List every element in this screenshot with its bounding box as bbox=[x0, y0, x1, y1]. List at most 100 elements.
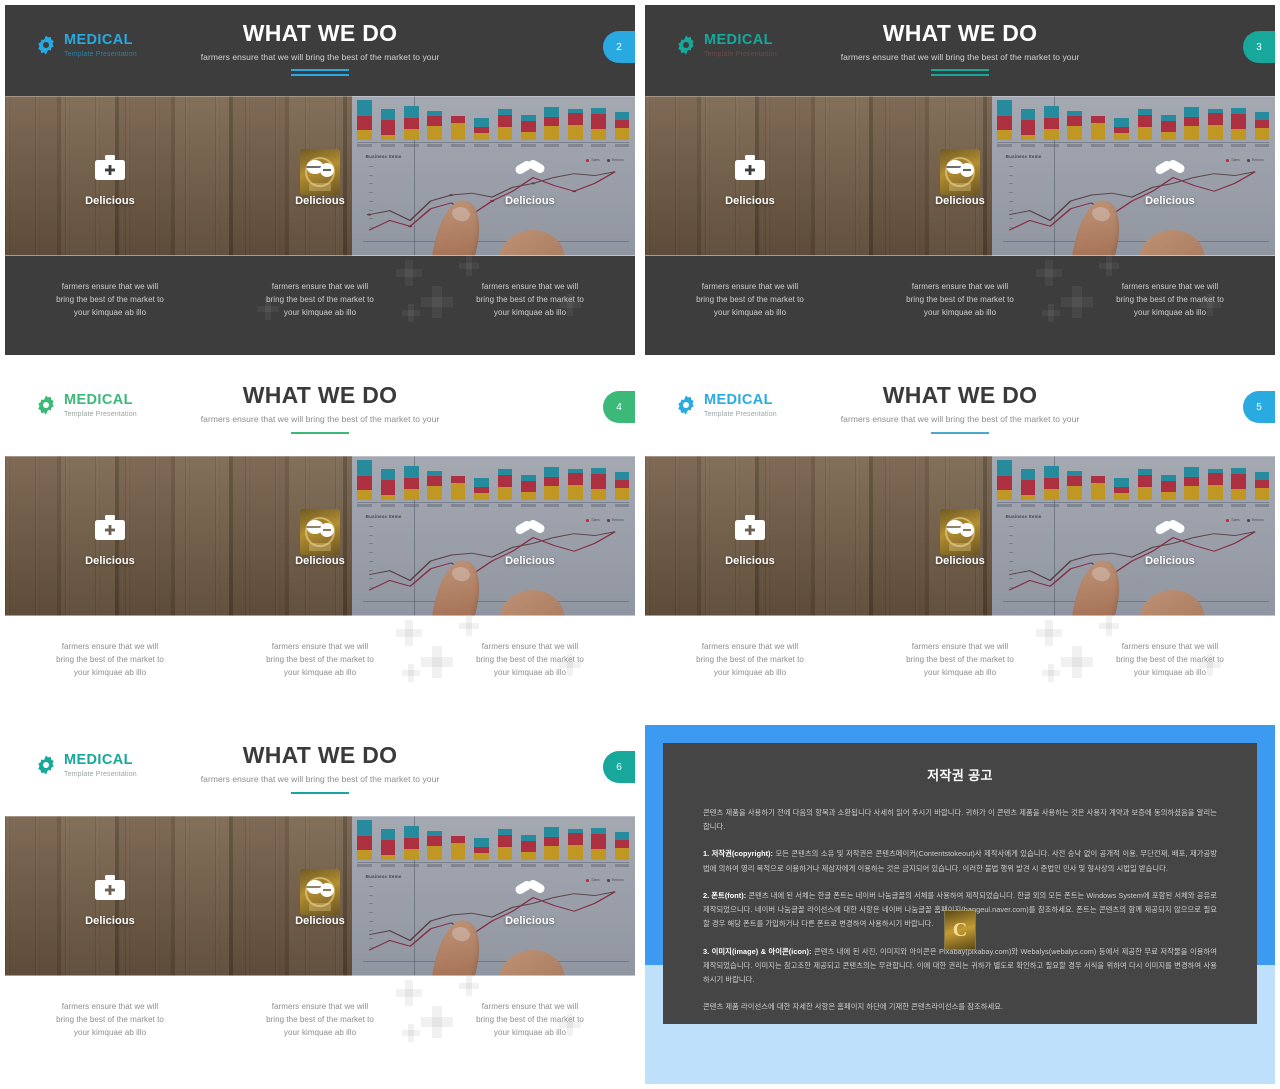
brand-title: MEDICAL bbox=[64, 392, 133, 408]
feature-item-2[interactable]: Delicious bbox=[215, 869, 425, 927]
footer-text-2-line1: farmers ensure that we will bbox=[271, 642, 369, 651]
feature-item-3[interactable]: Delicious bbox=[425, 152, 635, 207]
footer-text-3-line2: bring the best of the market to bbox=[476, 1015, 584, 1025]
brand-logo[interactable]: MEDICAL Template Presentation bbox=[35, 753, 137, 778]
feature-label-1: Delicious bbox=[85, 194, 135, 207]
footer-text-1-line1: farmers ensure that we will bbox=[61, 1002, 159, 1011]
feature-label-3: Delicious bbox=[1145, 554, 1195, 567]
brand-subtitle: Template Presentation bbox=[64, 50, 137, 58]
brand-subtitle: Template Presentation bbox=[704, 410, 777, 418]
gear-logo-icon bbox=[35, 754, 57, 776]
copyright-section-1-label: 1. 저작권(copyright): bbox=[703, 849, 774, 859]
footer-text-1-line3: your kimquae ab illo bbox=[713, 668, 787, 678]
feature-label-1: Delicious bbox=[85, 914, 135, 927]
brand-logo[interactable]: MEDICAL Template Presentation bbox=[675, 33, 777, 58]
slide-2[interactable]: MEDICAL Template Presentation WHAT WE DO… bbox=[5, 5, 635, 355]
footer-text-3-line1: farmers ensure that we will bbox=[481, 1002, 579, 1011]
title-rule-bottom bbox=[290, 73, 349, 76]
page-subtitle: farmers ensure that we will bring the be… bbox=[200, 413, 440, 424]
footer-text-2-line1: farmers ensure that we will bbox=[911, 282, 1009, 291]
slide-number-badge[interactable]: 5 bbox=[1243, 391, 1275, 423]
footer-text-1-line2: bring the best of the market to bbox=[56, 655, 164, 665]
footer-text-2-line2: bring the best of the market to bbox=[266, 655, 374, 665]
footer-text-2-line2: bring the best of the market to bbox=[906, 295, 1014, 305]
footer-text-1-line2: bring the best of the market to bbox=[56, 295, 164, 305]
slide-number: 3 bbox=[1256, 41, 1262, 53]
title-rule-top bbox=[290, 68, 349, 71]
footer-col-1: farmers ensure that we will bring the be… bbox=[645, 640, 855, 680]
footer-text-1-line3: your kimquae ab illo bbox=[73, 668, 147, 678]
feature-label-1: Delicious bbox=[85, 554, 135, 567]
feature-item-1[interactable]: Delicious bbox=[5, 152, 215, 207]
slide-5-heading-block: WHAT WE DO farmers ensure that we will b… bbox=[840, 383, 1080, 434]
feature-item-2[interactable]: Delicious bbox=[855, 509, 1065, 567]
brand-logo[interactable]: MEDICAL Template Presentation bbox=[675, 393, 777, 418]
slide-number-badge[interactable]: 3 bbox=[1243, 31, 1275, 63]
page-subtitle: farmers ensure that we will bring the be… bbox=[840, 413, 1080, 424]
title-rule-bottom bbox=[930, 73, 989, 76]
footer-text-2-line2: bring the best of the market to bbox=[266, 295, 374, 305]
feature-icon-row: Delicious Delicious Delicious bbox=[5, 456, 635, 616]
feature-item-3[interactable]: Delicious bbox=[425, 872, 635, 927]
page-title: WHAT WE DO bbox=[242, 20, 398, 47]
slide-number-badge[interactable]: 4 bbox=[603, 391, 635, 423]
slide-number: 6 bbox=[616, 761, 622, 773]
footer-col-2: farmers ensure that we will bring the be… bbox=[215, 640, 425, 680]
page-title: WHAT WE DO bbox=[242, 742, 398, 769]
slide-3-heading-block: WHAT WE DO farmers ensure that we will b… bbox=[841, 21, 1079, 76]
feature-item-1[interactable]: Delicious bbox=[645, 512, 855, 567]
brand-logo[interactable]: MEDICAL Template Presentation bbox=[35, 33, 137, 58]
footer-col-1: farmers ensure that we will bring the be… bbox=[5, 640, 215, 680]
feature-icon-row: Delicious Delicious Delicious bbox=[645, 456, 1275, 616]
slide-5[interactable]: MEDICAL Template Presentation WHAT WE DO… bbox=[645, 365, 1275, 715]
brand-logo[interactable]: MEDICAL Template Presentation bbox=[35, 393, 137, 418]
feature-label-2: Delicious bbox=[295, 554, 345, 567]
slide-number-badge[interactable]: 6 bbox=[603, 751, 635, 783]
pills-icon bbox=[943, 512, 977, 542]
feature-item-3[interactable]: Delicious bbox=[1065, 512, 1275, 567]
copyright-slide[interactable]: 저작권 공고 콘텐츠 제품을 사용하기 전에 다음의 항목과 소환됩니다 사세히… bbox=[645, 725, 1275, 1084]
feature-item-2[interactable]: Delicious bbox=[215, 509, 425, 567]
footer-text-3-line3: your kimquae ab illo bbox=[493, 668, 567, 678]
slide-cell-4: MEDICAL Template Presentation WHAT WE DO… bbox=[0, 360, 640, 720]
footer-columns: farmers ensure that we will bring the be… bbox=[5, 976, 635, 1084]
footer-text-3-line2: bring the best of the market to bbox=[1116, 295, 1224, 305]
pills-icon bbox=[943, 152, 977, 182]
slide-6-footer: farmers ensure that we will bring the be… bbox=[5, 976, 635, 1084]
footer-text-3-line1: farmers ensure that we will bbox=[481, 282, 579, 291]
feature-item-3[interactable]: Delicious bbox=[425, 512, 635, 567]
footer-text-3-line2: bring the best of the market to bbox=[476, 295, 584, 305]
feature-item-1[interactable]: Delicious bbox=[645, 152, 855, 207]
footer-columns: farmers ensure that we will bring the be… bbox=[645, 616, 1275, 715]
slide-6-header: MEDICAL Template Presentation WHAT WE DO… bbox=[5, 725, 635, 816]
feature-item-2[interactable]: Delicious bbox=[855, 149, 1065, 207]
bandage-icon bbox=[1153, 512, 1187, 542]
feature-item-2[interactable]: Delicious bbox=[215, 149, 425, 207]
slide-3[interactable]: MEDICAL Template Presentation WHAT WE DO… bbox=[645, 5, 1275, 355]
slide-5-footer: farmers ensure that we will bring the be… bbox=[645, 616, 1275, 715]
pills-icon bbox=[303, 872, 337, 902]
footer-col-2: farmers ensure that we will bring the be… bbox=[855, 280, 1065, 320]
slide-2-heading-block: WHAT WE DO farmers ensure that we will b… bbox=[201, 20, 439, 76]
copyright-section-3-label: 3. 이미지(image) & 아이콘(icon): bbox=[703, 946, 812, 956]
slide-4[interactable]: MEDICAL Template Presentation WHAT WE DO… bbox=[5, 365, 635, 715]
medical-kit-icon bbox=[93, 872, 127, 902]
feature-item-1[interactable]: Delicious bbox=[5, 512, 215, 567]
brand-subtitle: Template Presentation bbox=[64, 770, 137, 778]
slide-number: 4 bbox=[616, 401, 622, 413]
feature-item-3[interactable]: Delicious bbox=[1065, 152, 1275, 207]
copyright-section-2-label: 2. 폰트(font): bbox=[703, 890, 747, 900]
footer-text-3-line1: farmers ensure that we will bbox=[1121, 282, 1219, 291]
brand-subtitle: Template Presentation bbox=[704, 50, 777, 58]
bandage-icon bbox=[513, 872, 547, 902]
footer-text-2-line3: your kimquae ab illo bbox=[923, 308, 997, 318]
slide-6[interactable]: MEDICAL Template Presentation WHAT WE DO… bbox=[5, 725, 635, 1084]
brand-title: MEDICAL bbox=[704, 392, 773, 408]
feature-item-1[interactable]: Delicious bbox=[5, 872, 215, 927]
slide-cell-2: MEDICAL Template Presentation WHAT WE DO… bbox=[0, 0, 640, 360]
title-rule bbox=[290, 431, 349, 434]
slide-2-footer: farmers ensure that we will bring the be… bbox=[5, 256, 635, 355]
medical-kit-icon bbox=[733, 512, 767, 542]
gear-logo-icon bbox=[675, 394, 697, 416]
slide-number-badge[interactable]: 2 bbox=[603, 31, 635, 63]
